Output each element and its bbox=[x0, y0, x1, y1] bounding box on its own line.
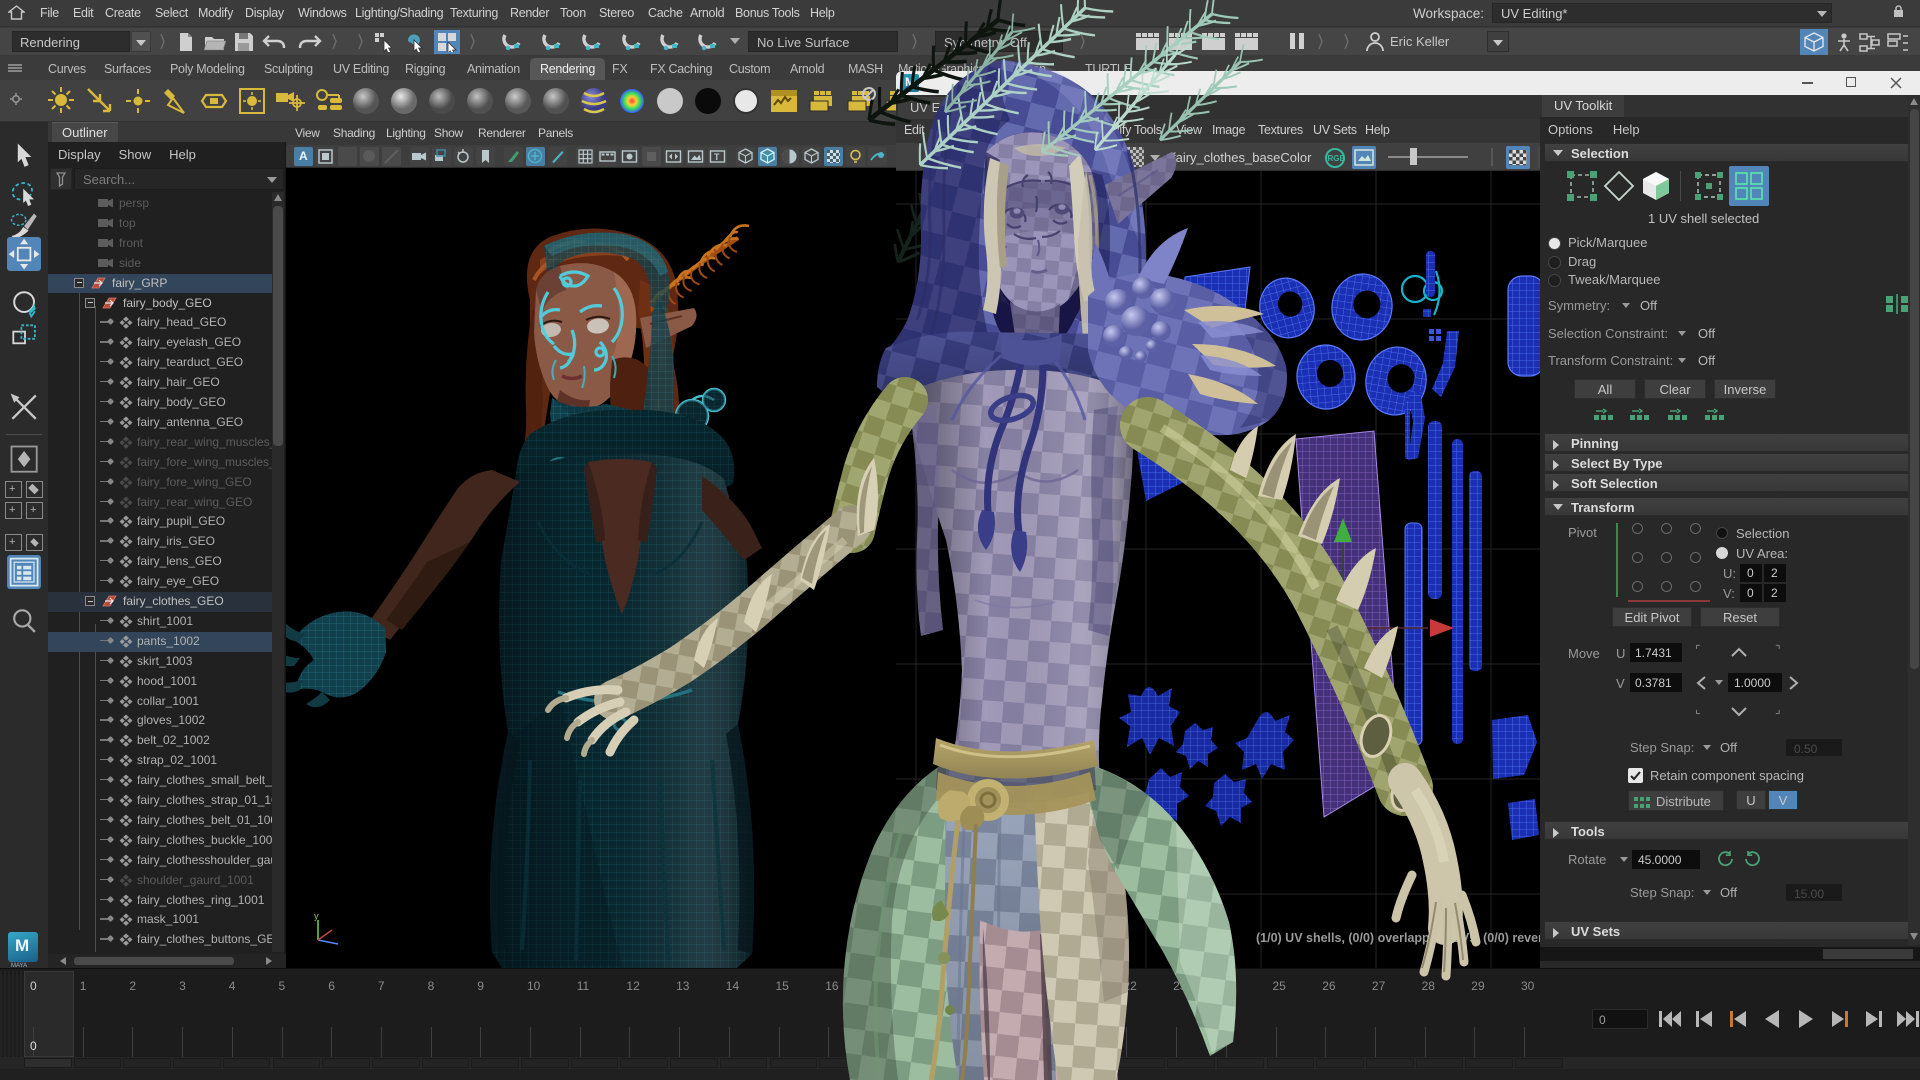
svg-text:RGB: RGB bbox=[1328, 154, 1346, 163]
svg-text:y: y bbox=[314, 912, 319, 921]
svg-text:T: T bbox=[714, 152, 720, 162]
